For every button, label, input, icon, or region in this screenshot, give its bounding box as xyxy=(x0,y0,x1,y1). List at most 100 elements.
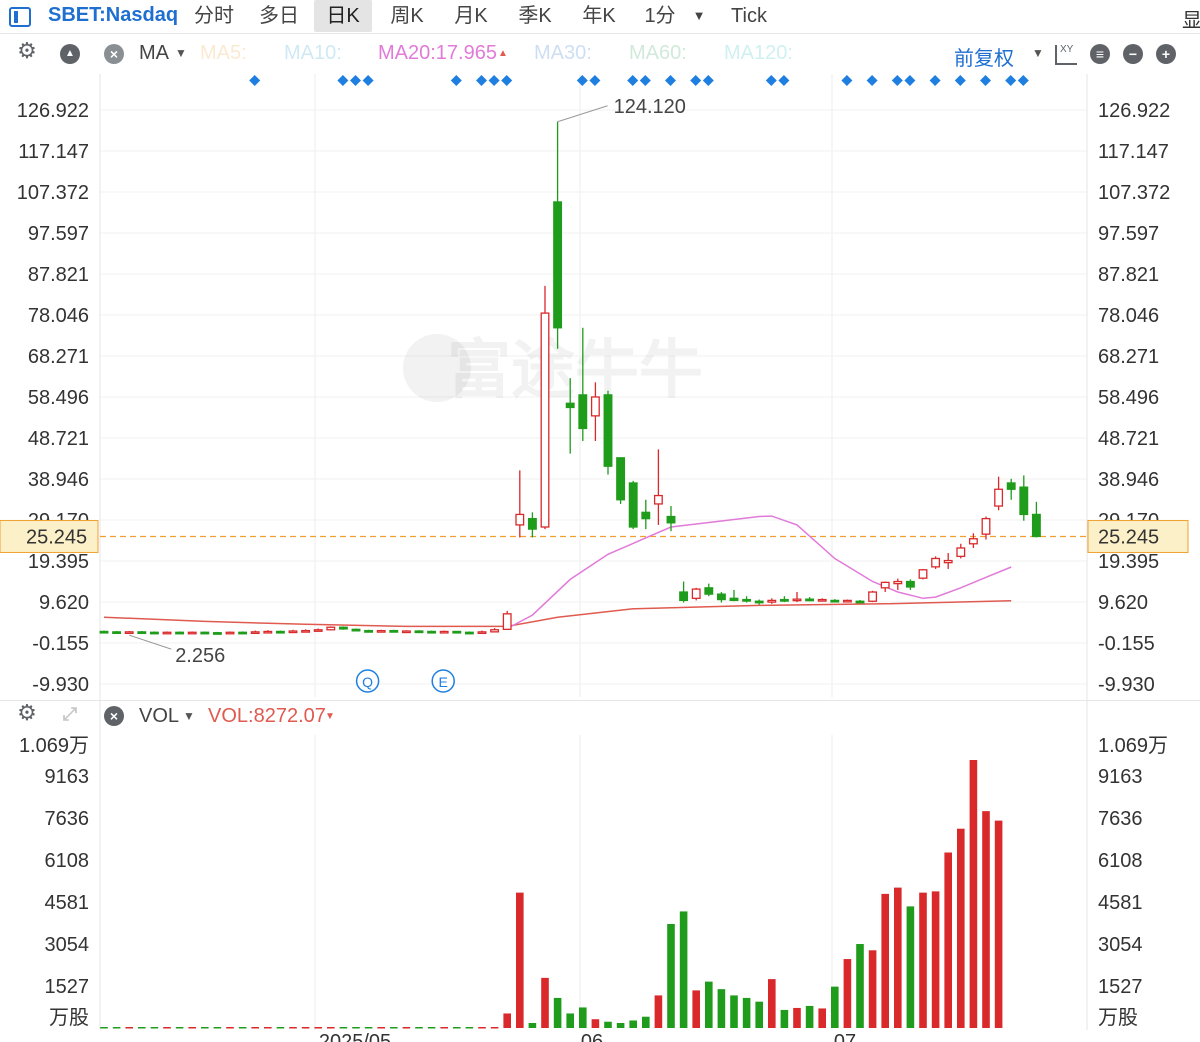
candle-up xyxy=(842,599,852,603)
candle-up xyxy=(313,629,323,632)
candle-down xyxy=(200,631,210,635)
candle-down xyxy=(527,517,537,530)
candle-up xyxy=(981,517,991,535)
volume-tick-label-left: 6108 xyxy=(45,850,90,872)
candle-up xyxy=(162,631,172,635)
candle-down xyxy=(716,593,726,601)
candle-up xyxy=(767,599,777,603)
volume-bar xyxy=(516,892,524,1028)
candle-up xyxy=(301,629,311,633)
volume-tick-label-left: 9163 xyxy=(45,766,90,788)
candle-down xyxy=(666,515,676,524)
volume-bar xyxy=(692,990,700,1028)
volume-tick-label-left: 7636 xyxy=(45,808,90,830)
price-tick-label-right: 58.496 xyxy=(1098,387,1159,409)
price-tick-label-right: 38.946 xyxy=(1098,469,1159,491)
candle-down xyxy=(112,631,122,635)
volume-bar xyxy=(768,979,776,1028)
volume-bars xyxy=(100,760,1003,1029)
event-diamond-icon xyxy=(488,75,500,86)
price-tick-label-left: 58.496 xyxy=(28,387,89,409)
volume-bar xyxy=(327,1026,335,1029)
kline-chart[interactable]: 富途牛牛 126.922 126.922 117.147 117.147 107.372… xyxy=(0,0,1200,1042)
volume-bar xyxy=(629,1020,637,1028)
volume-bar xyxy=(541,977,549,1028)
candle-up xyxy=(590,396,600,417)
volume-bar xyxy=(944,852,952,1028)
volume-tick-label-right: 9163 xyxy=(1098,766,1143,788)
price-tick-label-right: 19.395 xyxy=(1098,551,1159,573)
volume-tick-label-right: 1.069万 xyxy=(1098,735,1168,757)
volume-bar xyxy=(453,1026,461,1029)
candle-down xyxy=(565,402,575,409)
current-price-label-left: 25.245 xyxy=(26,526,87,548)
volume-bar xyxy=(919,892,927,1028)
volume-bar xyxy=(490,1026,499,1029)
volume-bar xyxy=(377,1026,385,1029)
candle-down xyxy=(679,591,689,602)
candle-down xyxy=(1031,513,1041,538)
volume-bar xyxy=(793,1007,801,1028)
volume-tick-label-left: 3054 xyxy=(45,934,90,956)
candle-up xyxy=(401,630,411,634)
candle-up xyxy=(250,631,260,635)
candle-down xyxy=(578,394,588,430)
candle-down xyxy=(553,201,563,329)
volume-bar xyxy=(553,997,562,1028)
volume-bar xyxy=(856,944,864,1028)
volume-bar xyxy=(881,893,889,1028)
candle-up xyxy=(326,626,336,631)
candle-down xyxy=(754,600,764,604)
candle-down xyxy=(905,580,915,588)
high-price-label: 124.120 xyxy=(614,96,686,118)
volume-tick-label-right: 6108 xyxy=(1098,850,1143,872)
price-tick-label-left: 87.821 xyxy=(28,264,89,286)
volume-tick-label-right: 万股 xyxy=(1098,1007,1138,1029)
candle-up xyxy=(540,312,550,528)
volume-bar xyxy=(415,1026,423,1029)
candle-up xyxy=(288,630,298,634)
candle-up xyxy=(439,630,449,634)
candle-down xyxy=(338,626,348,630)
volume-bar xyxy=(175,1026,184,1029)
candle-down xyxy=(628,482,638,528)
candle-down xyxy=(616,457,626,501)
volume-bar xyxy=(566,1013,574,1028)
candle-up xyxy=(225,631,235,635)
candle-down xyxy=(175,631,185,635)
event-diamond-icon xyxy=(350,75,361,86)
candle-down xyxy=(1019,486,1029,516)
event-diamond-icon xyxy=(891,75,903,86)
volume-bar xyxy=(755,1001,763,1028)
price-tick-label-left: 107.372 xyxy=(17,182,89,204)
event-diamond-icon xyxy=(866,75,878,86)
volume-bar xyxy=(667,923,675,1028)
event-diamond-icon xyxy=(476,75,487,86)
event-diamond-icon xyxy=(337,75,349,86)
chart-grid xyxy=(99,74,1088,1030)
event-diamond-icon xyxy=(589,75,601,86)
candle-down xyxy=(464,631,474,635)
candle-down xyxy=(779,598,789,602)
candle-up xyxy=(691,588,701,599)
volume-bar xyxy=(717,989,726,1028)
volume-bar xyxy=(314,1026,322,1029)
time-axis-label: 07 xyxy=(834,1031,856,1042)
volume-bar xyxy=(226,1026,234,1029)
event-diamond-icon xyxy=(690,75,702,86)
volume-tick-label-left: 1527 xyxy=(45,976,90,998)
volume-bar xyxy=(679,911,688,1028)
price-tick-label-right: 48.721 xyxy=(1098,428,1159,450)
event-diamond-icon xyxy=(450,75,462,86)
price-tick-label-right: 78.046 xyxy=(1098,305,1159,327)
volume-bar xyxy=(894,887,902,1028)
price-tick-label-left: 126.922 xyxy=(17,100,89,122)
volume-bar xyxy=(125,1026,133,1029)
watermark-logo-icon xyxy=(403,334,471,402)
candle-down xyxy=(1006,482,1016,490)
event-diamond-icon xyxy=(841,75,853,86)
price-tick-label-left: 38.946 xyxy=(28,469,89,491)
candle-up xyxy=(868,591,878,602)
time-axis-label: 2025/05 xyxy=(319,1031,391,1042)
volume-bar xyxy=(390,1026,398,1029)
